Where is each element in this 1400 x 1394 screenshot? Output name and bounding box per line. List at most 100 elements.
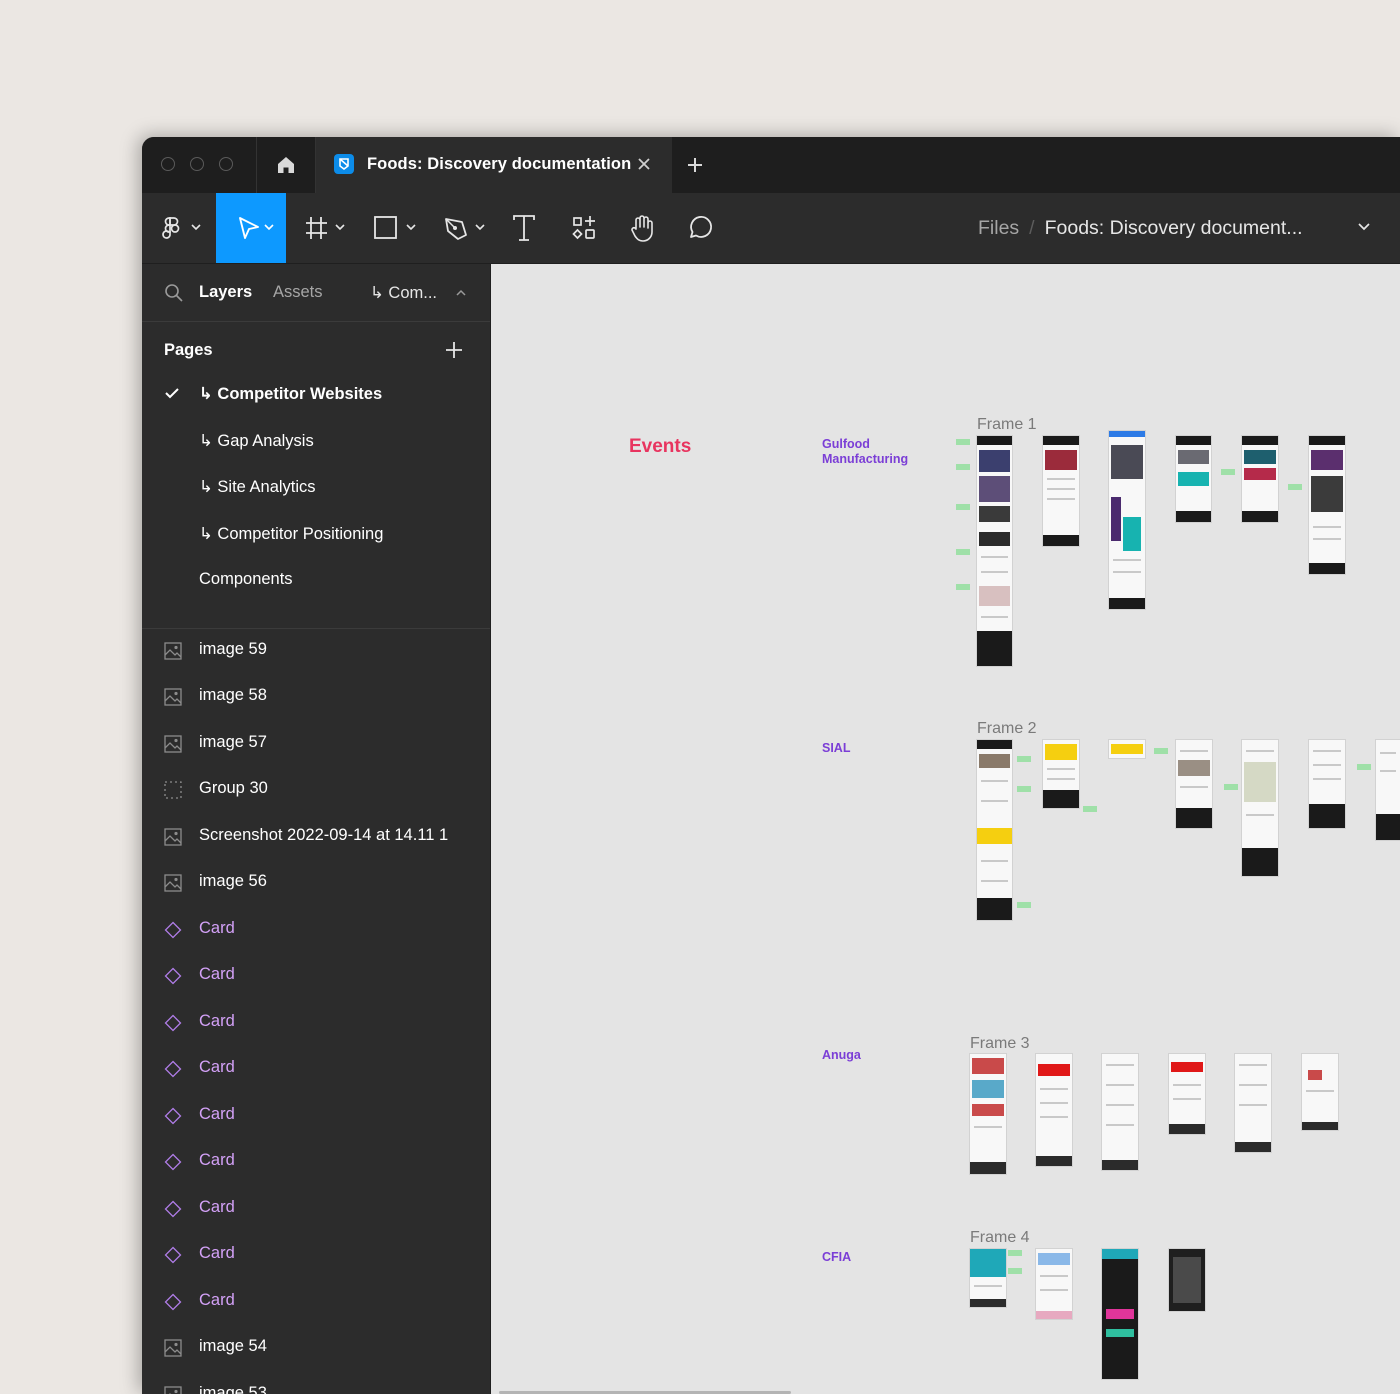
breadcrumb-document-name[interactable]: Foods: Discovery document... xyxy=(1045,217,1303,239)
frame-screenshot[interactable] xyxy=(1176,436,1211,522)
comment-tool-button[interactable] xyxy=(680,193,720,263)
tab-close-button[interactable] xyxy=(634,153,654,175)
window-zoom-dot[interactable] xyxy=(219,157,233,171)
sticky-note[interactable] xyxy=(1017,786,1031,792)
page-item-site-analytics[interactable]: ↳ Site Analytics xyxy=(142,466,490,510)
frame-label[interactable]: Frame 1 xyxy=(977,416,1037,434)
frame-screenshot[interactable] xyxy=(970,1249,1006,1307)
image-icon xyxy=(164,642,182,660)
frame-tool-button[interactable] xyxy=(300,193,354,263)
sticky-note[interactable] xyxy=(1221,469,1235,475)
text-tool-button[interactable] xyxy=(506,193,542,263)
design-canvas[interactable]: Events Gulfood Manufacturing SIAL Anuga … xyxy=(491,264,1400,1394)
layer-row[interactable]: Card xyxy=(142,954,490,998)
sticky-note[interactable] xyxy=(956,504,970,510)
sticky-note[interactable] xyxy=(1224,784,1238,790)
frame-screenshot[interactable] xyxy=(1036,1054,1072,1166)
pen-tool-button[interactable] xyxy=(438,193,494,263)
sticky-note[interactable] xyxy=(1357,764,1371,770)
layer-row[interactable]: Card xyxy=(142,908,490,952)
frame-screenshot[interactable] xyxy=(1302,1054,1338,1130)
sticky-note[interactable] xyxy=(1008,1250,1022,1256)
tab-assets[interactable]: Assets xyxy=(273,283,323,302)
frame-screenshot[interactable] xyxy=(1242,436,1278,522)
frame-screenshot[interactable] xyxy=(1235,1054,1271,1152)
shape-tool-button[interactable] xyxy=(368,193,424,263)
document-tab[interactable]: Foods: Discovery documentation xyxy=(316,137,672,193)
tab-layers[interactable]: Layers xyxy=(199,283,252,302)
sticky-note[interactable] xyxy=(1083,806,1097,812)
frame-screenshot[interactable] xyxy=(1109,740,1145,758)
hand-tool-button[interactable] xyxy=(622,193,662,263)
home-button[interactable] xyxy=(256,137,316,193)
layer-label: Card xyxy=(199,919,235,937)
frame-screenshot[interactable] xyxy=(970,1054,1006,1174)
frame-screenshot[interactable] xyxy=(1242,740,1278,876)
layer-row[interactable]: image 57 xyxy=(142,722,490,766)
resources-button[interactable] xyxy=(564,193,604,263)
frame-screenshot[interactable] xyxy=(1376,740,1400,840)
window-close-dot[interactable] xyxy=(161,157,175,171)
frame-label[interactable]: Frame 3 xyxy=(970,1035,1030,1053)
layer-row[interactable]: Card xyxy=(142,1187,490,1231)
frame-screenshot[interactable] xyxy=(1109,431,1145,609)
frame-screenshot[interactable] xyxy=(1309,436,1345,574)
layer-row[interactable]: Card xyxy=(142,1140,490,1184)
add-page-plus-icon[interactable] xyxy=(444,340,464,360)
page-item-components[interactable]: Components xyxy=(142,559,490,603)
figma-file-icon xyxy=(334,154,354,174)
page-item-competitor-positioning[interactable]: ↳ Competitor Positioning xyxy=(142,513,490,557)
move-tool-button[interactable] xyxy=(216,193,286,263)
frame-screenshot[interactable] xyxy=(1043,740,1079,808)
frame-screenshot[interactable] xyxy=(977,436,1012,666)
sticky-note[interactable] xyxy=(956,439,970,445)
layer-row[interactable]: image 58 xyxy=(142,675,490,719)
breadcrumb-files-link[interactable]: Files xyxy=(978,217,1019,239)
layer-row[interactable]: image 54 xyxy=(142,1326,490,1370)
layer-row[interactable]: Card xyxy=(142,1001,490,1045)
frame-screenshot[interactable] xyxy=(977,740,1012,920)
sticky-note[interactable] xyxy=(1154,748,1168,754)
chevron-down-icon[interactable] xyxy=(1356,219,1372,235)
current-page-selector[interactable]: ↳ Com... xyxy=(370,283,437,303)
page-item-gap-analysis[interactable]: ↳ Gap Analysis xyxy=(142,420,490,464)
frame-screenshot[interactable] xyxy=(1102,1054,1138,1170)
move-tool-icon xyxy=(239,217,274,239)
pages-section: Pages ↳ Competitor Websites ↳ Gap Analys… xyxy=(142,322,490,629)
sticky-note[interactable] xyxy=(1288,484,1302,490)
comment-tool-icon xyxy=(690,216,712,238)
frame-screenshot[interactable] xyxy=(1176,740,1212,828)
layer-row[interactable]: image 56 xyxy=(142,861,490,905)
sticky-note[interactable] xyxy=(956,464,970,470)
layer-label: Card xyxy=(199,1244,235,1262)
layer-row[interactable]: Screenshot 2022-09-14 at 14.11 1 xyxy=(142,815,490,859)
layer-row[interactable]: image 53 xyxy=(142,1373,490,1394)
layer-row[interactable]: Group 30 xyxy=(142,768,490,812)
sticky-note[interactable] xyxy=(1017,902,1031,908)
search-icon[interactable] xyxy=(164,283,184,303)
frame-screenshot[interactable] xyxy=(1043,436,1079,546)
sticky-note[interactable] xyxy=(1017,756,1031,762)
layer-row[interactable]: image 59 xyxy=(142,629,490,673)
window-minimize-dot[interactable] xyxy=(190,157,204,171)
chevron-up-icon[interactable] xyxy=(454,286,468,300)
frame-screenshot[interactable] xyxy=(1169,1249,1205,1311)
page-item-competitor-websites[interactable]: ↳ Competitor Websites xyxy=(142,373,490,417)
layer-row[interactable]: Card xyxy=(142,1233,490,1277)
layer-row[interactable]: Card xyxy=(142,1094,490,1138)
sticky-note[interactable] xyxy=(956,549,970,555)
figma-menu-icon xyxy=(162,217,201,239)
frame-screenshot[interactable] xyxy=(1102,1249,1138,1379)
sticky-note[interactable] xyxy=(956,584,970,590)
frame-label[interactable]: Frame 2 xyxy=(977,720,1037,738)
frame-screenshot[interactable] xyxy=(1309,740,1345,828)
layer-row[interactable]: Card xyxy=(142,1047,490,1091)
frame-label[interactable]: Frame 4 xyxy=(970,1229,1030,1247)
sticky-note[interactable] xyxy=(1008,1268,1022,1274)
main-menu-button[interactable] xyxy=(150,193,214,263)
frame-screenshot[interactable] xyxy=(1169,1054,1205,1134)
layer-label: Card xyxy=(199,1058,235,1076)
new-tab-button[interactable] xyxy=(682,152,708,178)
frame-screenshot[interactable] xyxy=(1036,1249,1072,1319)
layer-row[interactable]: Card xyxy=(142,1280,490,1324)
